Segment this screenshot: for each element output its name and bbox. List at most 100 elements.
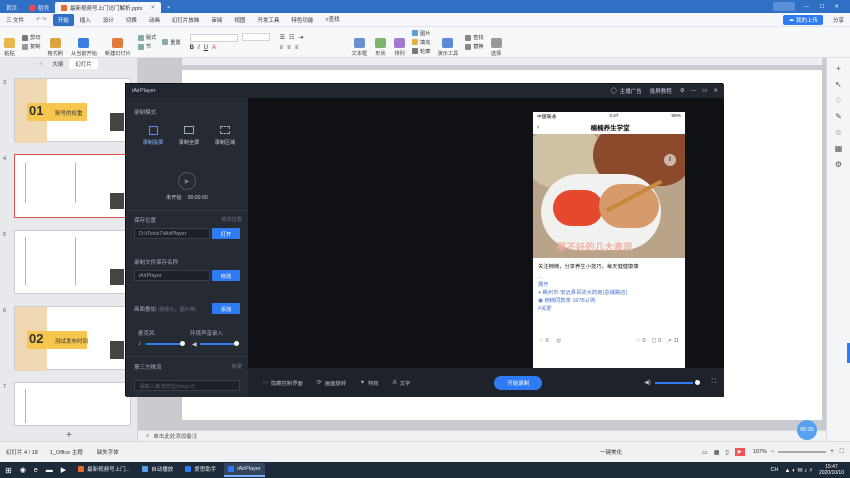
undo-icon[interactable]: ↶ ↷ xyxy=(30,17,53,23)
zoom-slider[interactable] xyxy=(778,451,827,453)
search-box[interactable]: ⌕查找 xyxy=(319,15,345,24)
textbox-button[interactable]: 文本框 xyxy=(347,28,371,57)
mode-cast[interactable]: 录制投屏 xyxy=(140,126,166,146)
bold-icon[interactable]: B xyxy=(190,45,194,51)
zoom-in-icon[interactable]: + xyxy=(830,449,834,455)
menu-review[interactable]: 审阅 xyxy=(205,16,228,24)
restore-icon[interactable]: ▭ xyxy=(702,88,707,94)
overlay-add-button[interactable]: 添加 xyxy=(212,303,240,314)
record-play-icon[interactable]: ▶ xyxy=(178,172,196,190)
thumb-icon[interactable]: ♡ xyxy=(636,338,641,344)
close-window-icon[interactable]: ✕ xyxy=(834,4,839,10)
align-center-icon[interactable]: ≡ xyxy=(287,45,291,51)
new-slide-button[interactable]: 新建幻灯片 xyxy=(101,28,135,57)
pause-icon[interactable]: Ⅱ xyxy=(664,154,676,166)
maximize-icon[interactable]: ☐ xyxy=(819,4,824,10)
slide-thumbnail-3[interactable]: 01 账号的权重 xyxy=(14,78,131,143)
list-icon[interactable]: ☰ xyxy=(280,34,285,41)
taskbar-item-airplayer[interactable]: iAirPlayer xyxy=(224,463,265,477)
underline-icon[interactable]: U xyxy=(204,45,208,51)
text-button[interactable]: 文字 xyxy=(400,379,411,387)
hide-panel-button[interactable]: 隐藏控制界面 xyxy=(271,379,303,387)
mode-region[interactable]: 录制区域 xyxy=(212,126,238,146)
share-icon[interactable]: ↗ xyxy=(667,338,671,344)
filename-field[interactable]: iAirPlayer xyxy=(134,270,210,281)
window-mode-icon[interactable] xyxy=(772,2,795,11)
add-icon[interactable]: + xyxy=(834,64,844,74)
env-volume-slider[interactable] xyxy=(200,343,236,345)
tab-docer[interactable]: 稻壳 xyxy=(23,2,55,13)
location-link[interactable]: ⌖ 赣州市·安远县百货大药房(总铺路店) xyxy=(538,289,680,297)
hashtag-link[interactable]: #关爱 xyxy=(538,305,680,313)
align-left-icon[interactable]: ≡ xyxy=(280,45,284,51)
tray-icons[interactable]: ▲ ◐ ✉ ♪ ⚡ xyxy=(784,467,812,474)
close-icon[interactable]: ✕ xyxy=(713,88,718,94)
slide-thumbnail-5[interactable] xyxy=(14,230,131,294)
menu-transition[interactable]: 切换 xyxy=(120,16,143,24)
sorter-view-icon[interactable]: ▦ xyxy=(714,449,720,456)
taskbar-item-wps[interactable]: 最新视频号上门... xyxy=(74,463,134,477)
cursor-icon[interactable]: ↖ xyxy=(834,80,844,90)
copy-button[interactable]: 复制 xyxy=(22,43,40,50)
minimize-icon[interactable]: — xyxy=(691,88,697,94)
rotate-button[interactable]: 画面旋转 xyxy=(325,379,346,387)
style-icon[interactable]: ✎ xyxy=(834,112,844,122)
notes-bar[interactable]: ≡ 单击此处添加备注 xyxy=(138,430,826,441)
slideshow-icon[interactable]: ▶ xyxy=(734,448,745,456)
explorer-icon[interactable]: ◉ xyxy=(20,466,26,474)
slide-thumbnail-7[interactable] xyxy=(14,382,131,426)
mic-slider-handle[interactable] xyxy=(180,341,185,346)
picture-button[interactable]: 图片 xyxy=(412,30,430,37)
zoom-level[interactable]: 107% xyxy=(753,449,767,455)
expand-link[interactable]: 展开 xyxy=(538,281,680,289)
product-link[interactable]: ▣ 楠楠同款茶 167B认购 xyxy=(538,297,680,305)
tools-button[interactable]: 演示工具 xyxy=(433,28,462,57)
volume-handle[interactable] xyxy=(694,380,700,385)
slide-thumbnail-6[interactable]: 02 测试发布时间 xyxy=(14,306,131,371)
layout-button[interactable]: 版式 xyxy=(137,34,156,41)
tab-slides[interactable]: 幻灯片 xyxy=(69,58,98,69)
save-path-field[interactable]: D:\iTools7\iAirPlayer xyxy=(134,228,210,239)
grid-icon[interactable]: ▦ xyxy=(834,144,844,154)
stream-url-input[interactable]: 请输入推流地址(rtmp://) xyxy=(134,380,240,391)
italic-icon[interactable]: I xyxy=(198,45,200,51)
settings-icon[interactable]: ⚙ xyxy=(834,160,844,170)
share-button[interactable]: 分享 xyxy=(827,16,850,24)
ad-link[interactable]: 主播广告 xyxy=(620,87,642,95)
fullscreen-icon[interactable]: ⛶ xyxy=(712,379,716,386)
replace-button[interactable]: 替换 xyxy=(465,43,484,50)
taskbar-item-autoplay[interactable]: 自动播放 xyxy=(138,463,177,477)
menu-developer[interactable]: 开发工具 xyxy=(251,16,285,24)
menu-view[interactable]: 视图 xyxy=(228,16,251,24)
mic-volume-slider[interactable] xyxy=(146,343,182,345)
taskbar-item-aisi[interactable]: 爱思助手 xyxy=(181,463,220,477)
arrange-button[interactable]: 排列 xyxy=(390,28,409,57)
find-button[interactable]: 查找 xyxy=(465,34,484,41)
zoom-out-icon[interactable]: − xyxy=(771,449,775,455)
slide-thumbnail-4[interactable] xyxy=(14,154,131,218)
like-icon[interactable]: ♡ xyxy=(539,338,544,344)
menu-start[interactable]: 开始 xyxy=(52,13,74,26)
shape-button[interactable]: 形状 xyxy=(371,28,390,57)
menu-insert[interactable]: 插入 xyxy=(74,16,97,24)
new-stream-link[interactable]: 新建 xyxy=(232,363,242,370)
tab-outline[interactable]: 大纲 xyxy=(46,59,69,69)
input-language[interactable]: CH xyxy=(771,467,779,473)
numbered-list-icon[interactable]: ☷ xyxy=(289,34,294,41)
menu-design[interactable]: 设计 xyxy=(97,16,120,24)
env-slider-handle[interactable] xyxy=(234,341,239,346)
fit-icon[interactable]: ⛶ xyxy=(840,449,844,456)
font-name-select[interactable] xyxy=(189,33,238,42)
cut-button[interactable]: 剪切 xyxy=(22,34,40,41)
align-right-icon[interactable]: ≡ xyxy=(295,45,299,51)
tutorial-link[interactable]: 投屏教程 xyxy=(650,87,672,95)
from-current-button[interactable]: 从当前开始 xyxy=(67,28,101,57)
pane-collapse-icon[interactable]: « xyxy=(39,61,42,67)
select-button[interactable]: 选择 xyxy=(487,28,506,57)
menu-slideshow[interactable]: 幻灯片放映 xyxy=(166,16,206,24)
modify-button[interactable]: 修改 xyxy=(212,270,240,281)
indent-icon[interactable]: ⇥ xyxy=(298,34,303,41)
normal-view-icon[interactable]: ▭ xyxy=(702,449,708,456)
settings-icon[interactable]: ⚙ xyxy=(680,88,685,94)
section-button[interactable]: 节 xyxy=(137,43,156,50)
